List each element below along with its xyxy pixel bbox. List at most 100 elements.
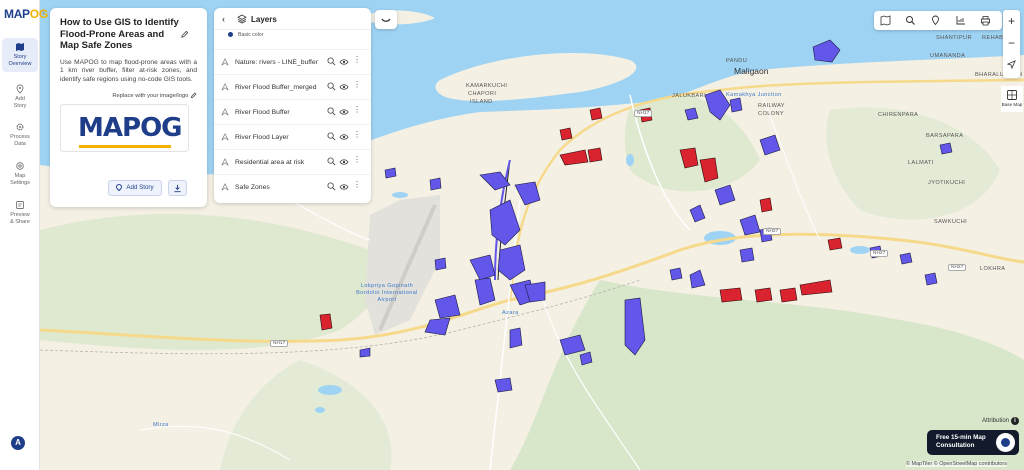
free-consultation-button[interactable]: Free 15-min Map Consultation xyxy=(927,430,1019,455)
edit-title-icon[interactable] xyxy=(180,30,189,39)
more-options-icon[interactable]: ⋮ xyxy=(353,180,361,189)
rail-item-preview-share[interactable]: Preview & Share xyxy=(2,196,38,226)
visibility-eye-icon[interactable] xyxy=(339,158,349,166)
rail-item-process-data[interactable]: Process Data xyxy=(2,118,38,148)
basemap-label: Base Map xyxy=(1001,102,1023,107)
print-icon[interactable] xyxy=(980,15,991,26)
layers-icon xyxy=(237,14,247,24)
story-title: How to Use GIS to Identify Flood-Prone A… xyxy=(60,17,179,51)
layers-header: ‹ Layers xyxy=(214,8,371,30)
story-logo[interactable]: MAPOG xyxy=(60,104,189,153)
more-options-icon[interactable]: ⋮ xyxy=(353,80,361,89)
map-label: LALMATI xyxy=(908,160,934,166)
basic-color-legend: Basic color xyxy=(228,32,263,38)
map-label: CHIRENPARA xyxy=(878,112,919,118)
rail-item-map-settings[interactable]: Map Settings xyxy=(2,157,38,187)
layer-row[interactable]: Residential area at risk ⋮ xyxy=(214,149,371,174)
navigation-arrow-icon xyxy=(1006,60,1016,70)
layer-name: River Flood Layer xyxy=(235,134,289,141)
settings-icon xyxy=(16,162,24,170)
zoom-controls: + − xyxy=(1003,10,1020,78)
map-icon xyxy=(16,43,24,51)
map-copyright: © MapTiler © OpenStreetMap contributors xyxy=(906,461,1007,467)
map-label: Lokpriya Gopinath Bordoloi International… xyxy=(356,283,418,303)
layer-name: River Flood Buffer xyxy=(235,109,290,116)
zoom-out-button[interactable]: − xyxy=(1003,32,1020,54)
road-shield: NH17 xyxy=(270,340,289,347)
layer-name: Nature: rivers - LINE_buffer xyxy=(235,59,318,66)
more-options-icon[interactable]: ⋮ xyxy=(353,55,361,64)
locate-button[interactable] xyxy=(1003,54,1020,76)
edit-logo-icon xyxy=(190,92,197,99)
layer-row[interactable]: River Flood Buffer_merged ⋮ xyxy=(214,74,371,99)
zoom-in-button[interactable]: + xyxy=(1003,10,1020,32)
layer-row[interactable]: River Flood Buffer ⋮ xyxy=(214,99,371,124)
add-story-button[interactable]: Add Story xyxy=(108,180,162,196)
location-pin-icon xyxy=(16,84,24,94)
map-label: Azara xyxy=(502,310,519,316)
back-chevron-icon[interactable]: ‹ xyxy=(222,14,225,24)
rail-expand-icon[interactable]: › xyxy=(42,8,45,17)
zoom-to-layer-icon[interactable] xyxy=(327,182,336,191)
map-label: SAWKUCHI xyxy=(934,219,968,225)
story-panel: How to Use GIS to Identify Flood-Prone A… xyxy=(50,8,207,207)
info-icon: i xyxy=(1011,417,1020,425)
map-label: BARSAPARA xyxy=(926,133,964,139)
road-shield: NH17 xyxy=(634,110,653,117)
left-rail: MAPOG Story Overview Add Story Process Data… xyxy=(0,0,48,470)
zoom-to-layer-icon[interactable] xyxy=(327,82,336,91)
map-label: CHAPORI xyxy=(468,91,497,97)
layer-drag-icon[interactable] xyxy=(221,58,229,66)
download-button[interactable] xyxy=(168,180,187,196)
more-options-icon[interactable]: ⋮ xyxy=(353,105,361,114)
map-label: UMANANDA xyxy=(930,53,966,59)
visibility-eye-icon[interactable] xyxy=(339,58,349,66)
layer-row[interactable]: Nature: rivers - LINE_buffer ⋮ xyxy=(214,49,371,74)
more-options-icon[interactable]: ⋮ xyxy=(353,130,361,139)
visibility-eye-icon[interactable] xyxy=(339,133,349,141)
road-shield: NH27 xyxy=(763,228,782,235)
visibility-eye-icon[interactable] xyxy=(339,108,349,116)
visibility-eye-icon[interactable] xyxy=(339,183,349,191)
zoom-to-layer-icon[interactable] xyxy=(327,157,336,166)
layer-drag-icon[interactable] xyxy=(221,83,229,91)
story-description: Use MAPOG to map flood-prone areas with … xyxy=(60,58,197,83)
rail-item-story-overview[interactable]: Story Overview xyxy=(2,38,38,72)
map-label: KAMARKUCHI xyxy=(466,83,508,89)
map-label: Mirza xyxy=(153,422,169,428)
rail-item-add-story[interactable]: Add Story xyxy=(2,80,38,110)
road-shield: NH27 xyxy=(870,250,889,257)
zoom-to-layer-icon[interactable] xyxy=(327,57,336,66)
help-badge[interactable]: A xyxy=(11,436,25,450)
location-pin-icon[interactable] xyxy=(930,15,941,26)
layer-drag-icon[interactable] xyxy=(221,133,229,141)
layer-drag-icon[interactable] xyxy=(221,108,229,116)
more-options-icon[interactable]: ⋮ xyxy=(353,155,361,164)
layer-row[interactable]: River Flood Layer ⋮ xyxy=(214,124,371,149)
layer-drag-icon[interactable] xyxy=(221,158,229,166)
layer-row[interactable]: Safe Zones ⋮ xyxy=(214,174,371,199)
map-label: PANDU xyxy=(726,58,748,64)
zoom-to-layer-icon[interactable] xyxy=(327,132,336,141)
map-label: RAILWAY xyxy=(758,103,785,109)
measure-icon[interactable] xyxy=(955,15,966,26)
visibility-eye-icon[interactable] xyxy=(339,83,349,91)
layer-name: River Flood Buffer_merged xyxy=(235,84,317,91)
chat-icon[interactable] xyxy=(996,433,1015,452)
zoom-to-layer-icon[interactable] xyxy=(327,107,336,116)
attribution-toggle[interactable]: Attribution i xyxy=(982,417,1020,425)
map-view-icon[interactable] xyxy=(880,15,891,26)
layer-drag-icon[interactable] xyxy=(221,183,229,191)
map-toolbar xyxy=(874,11,1002,30)
map-label: SHANTIPUR xyxy=(936,35,972,41)
map-label: LOKHRA xyxy=(980,266,1006,272)
replace-logo-link[interactable]: Replace with your image/logo xyxy=(60,92,197,99)
logo-underline xyxy=(79,145,171,149)
road-shield: NH27 xyxy=(948,264,967,271)
map-label: JYOTIKUCHI xyxy=(928,180,966,186)
layers-panel: ‹ Layers Basic color Nature: rivers - LI… xyxy=(214,8,371,203)
map-label: COLONY xyxy=(758,111,785,117)
collapse-panels-button[interactable] xyxy=(375,10,397,29)
search-icon[interactable] xyxy=(905,15,916,26)
basemap-button[interactable]: Base Map xyxy=(1001,86,1023,112)
